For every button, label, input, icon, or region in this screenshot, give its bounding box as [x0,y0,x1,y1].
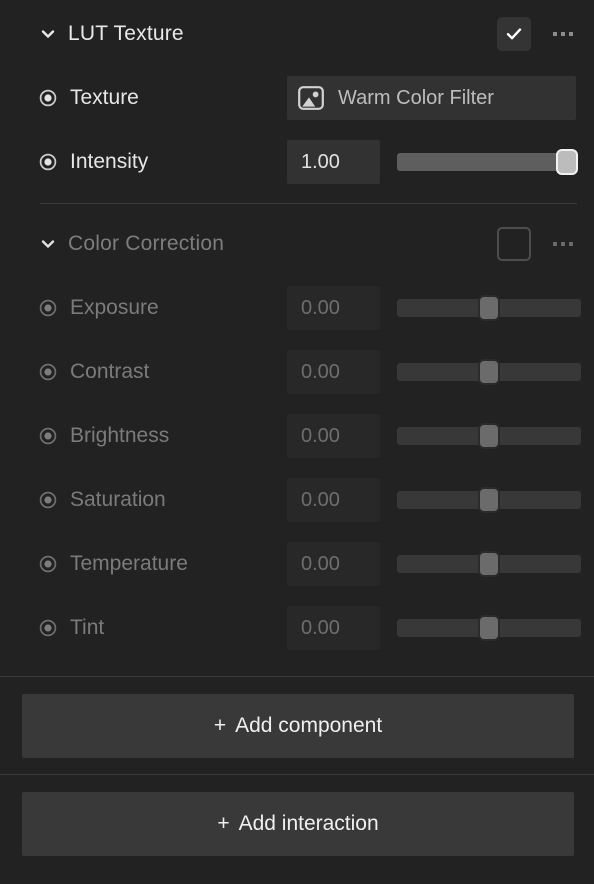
add-component-label: Add component [235,714,383,737]
intensity-value: 1.00 [301,150,340,173]
image-asset-icon [296,83,326,113]
keyframe-indicator-icon[interactable] [38,554,58,574]
keyframe-indicator-icon[interactable] [38,298,58,318]
tint-value-field[interactable]: 0.00 [287,606,380,650]
brightness-slider[interactable] [397,423,581,449]
saturation-slider-handle[interactable] [478,487,500,513]
section-header-color-correction[interactable]: Color Correction [0,222,594,266]
plus-icon: + [213,714,227,737]
section-header-lut-texture[interactable]: LUT Texture [0,12,594,56]
section-title-color-correction: Color Correction [68,232,225,255]
brightness-slider-handle[interactable] [478,423,500,449]
footer-divider-1 [0,676,594,677]
contrast-slider[interactable] [397,359,581,385]
intensity-slider[interactable] [397,149,578,175]
property-row-exposure: Exposure 0.00 [0,286,594,330]
keyframe-indicator-icon[interactable] [38,88,58,108]
property-row-temperature: Temperature 0.00 [0,542,594,586]
saturation-value-field[interactable]: 0.00 [287,478,380,522]
property-label-brightness: Brightness [70,424,170,447]
saturation-slider[interactable] [397,487,581,513]
exposure-value: 0.00 [301,296,340,319]
property-row-contrast: Contrast 0.00 [0,350,594,394]
exposure-value-field[interactable]: 0.00 [287,286,380,330]
property-row-saturation: Saturation 0.00 [0,478,594,522]
check-icon [506,28,522,40]
tint-slider-handle[interactable] [478,615,500,641]
chevron-down-icon[interactable] [38,234,58,254]
texture-asset-field[interactable]: Warm Color Filter [287,76,576,120]
brightness-value-field[interactable]: 0.00 [287,414,380,458]
property-label-contrast: Contrast [70,360,150,383]
intensity-slider-track [397,153,578,171]
property-row-brightness: Brightness 0.00 [0,414,594,458]
keyframe-indicator-icon[interactable] [38,426,58,446]
chevron-down-icon[interactable] [38,24,58,44]
section-title-lut-texture: LUT Texture [68,22,184,45]
add-interaction-button[interactable]: + Add interaction [22,792,574,856]
temperature-slider[interactable] [397,551,581,577]
exposure-slider[interactable] [397,295,581,321]
tint-slider[interactable] [397,615,581,641]
intensity-slider-handle[interactable] [556,149,578,175]
temperature-value-field[interactable]: 0.00 [287,542,380,586]
more-options-icon-color-correction[interactable] [549,234,577,254]
contrast-slider-handle[interactable] [478,359,500,385]
tint-value: 0.00 [301,616,340,639]
property-label-exposure: Exposure [70,296,159,319]
section-divider-1 [40,203,577,204]
property-label-texture: Texture [70,86,139,109]
more-options-icon-lut-texture[interactable] [549,24,577,44]
property-label-saturation: Saturation [70,488,166,511]
temperature-slider-handle[interactable] [478,551,500,577]
footer-divider-2 [0,774,594,775]
keyframe-indicator-icon[interactable] [38,152,58,172]
property-row-intensity: Intensity 1.00 [0,140,594,184]
section-enable-checkbox-lut-texture[interactable] [497,17,531,51]
inspector-panel: LUT Texture Texture Warm Color Filter In… [0,0,594,884]
temperature-value: 0.00 [301,552,340,575]
plus-icon: + [217,812,230,835]
property-row-tint: Tint 0.00 [0,606,594,650]
contrast-value-field[interactable]: 0.00 [287,350,380,394]
add-component-button[interactable]: + Add component [22,694,574,758]
property-label-temperature: Temperature [70,552,188,575]
keyframe-indicator-icon[interactable] [38,362,58,382]
saturation-value: 0.00 [301,488,340,511]
keyframe-indicator-icon[interactable] [38,618,58,638]
add-interaction-label: Add interaction [238,812,379,835]
brightness-value: 0.00 [301,424,340,447]
texture-asset-name: Warm Color Filter [338,86,494,109]
contrast-value: 0.00 [301,360,340,383]
keyframe-indicator-icon[interactable] [38,490,58,510]
section-enable-checkbox-color-correction[interactable] [497,227,531,261]
intensity-value-field[interactable]: 1.00 [287,140,380,184]
property-label-tint: Tint [70,616,105,639]
property-row-texture: Texture Warm Color Filter [0,76,594,120]
exposure-slider-handle[interactable] [478,295,500,321]
property-label-intensity: Intensity [70,150,149,173]
